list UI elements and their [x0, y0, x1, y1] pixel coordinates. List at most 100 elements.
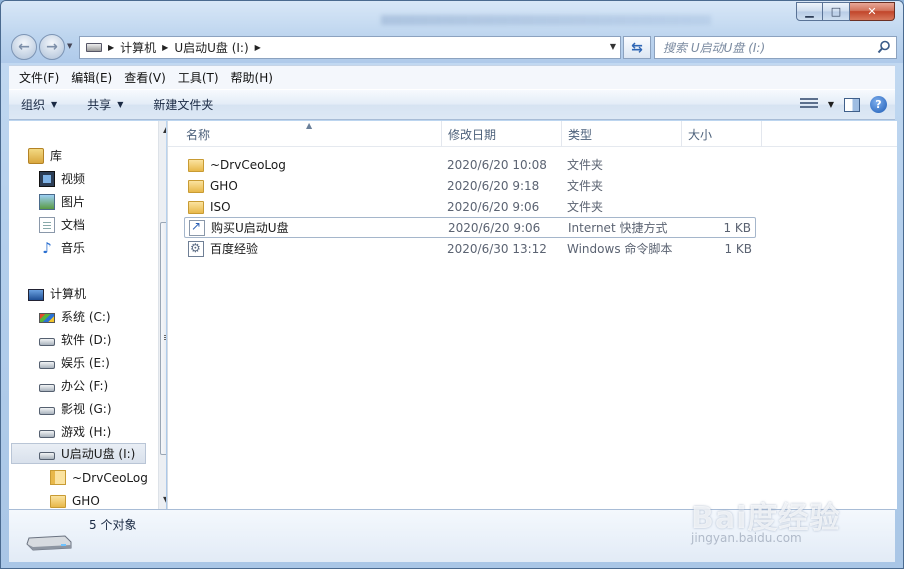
breadcrumb-chevron-icon[interactable]: ▶ — [162, 43, 168, 52]
column-label: 类型 — [568, 127, 593, 142]
scrollbar-thumb[interactable] — [160, 222, 166, 455]
scroll-up-icon[interactable]: ▲ — [163, 125, 166, 134]
new-folder-label: 新建文件夹 — [153, 98, 214, 112]
new-folder-button[interactable]: 新建文件夹 — [153, 96, 213, 113]
tree-label: 办公 (F:) — [61, 379, 109, 393]
tree-item-drive-i[interactable]: U启动U盘 (I:) — [11, 443, 146, 464]
column-type[interactable]: 类型 — [562, 121, 682, 147]
menu-file[interactable]: 文件(F) — [15, 69, 67, 86]
tree-label: 视频 — [61, 172, 86, 186]
watermark-url: jingyan.baidu.com — [691, 531, 802, 545]
recent-pages-dropdown[interactable]: ▼ — [67, 42, 72, 50]
breadcrumb-chevron-icon[interactable]: ▶ — [108, 43, 114, 52]
drive-icon — [39, 338, 55, 346]
table-row[interactable]: GHO 2020/6/20 9:18 文件夹 — [184, 175, 756, 196]
preview-pane-icon[interactable] — [844, 97, 860, 112]
file-type: Internet 快捷方式 — [568, 221, 668, 235]
refresh-icon: ⇆ — [631, 39, 643, 56]
usb-drive-icon — [26, 535, 72, 551]
file-date: 2020/6/20 9:18 — [447, 178, 540, 193]
search-icon[interactable] — [877, 40, 891, 54]
file-type: Windows 命令脚本 — [567, 242, 673, 256]
tree-label: 系统 (C:) — [61, 310, 111, 324]
internet-shortcut-icon — [189, 219, 205, 236]
explorer-window: ▁ □ ✕ ← → ▼ ▶ 计算机 ▶ U启动U盘 (I:) ▶ ▼ ⇆ 搜索 … — [0, 0, 904, 569]
menu-view[interactable]: 查看(V) — [120, 69, 174, 86]
command-bar: 组织 ▼ 共享 ▼ 新建文件夹 ▼ ? — [9, 89, 895, 120]
help-icon[interactable]: ? — [870, 96, 887, 113]
search-input[interactable]: 搜索 U启动U盘 (I:) — [654, 36, 897, 59]
tree-item-drive-g[interactable]: 影视 (G:) — [39, 398, 112, 419]
file-date: 2020/6/20 9:06 — [447, 199, 540, 214]
column-size[interactable]: 大小 — [682, 121, 762, 147]
tree-item-pictures[interactable]: 图片 — [39, 191, 85, 212]
forward-button[interactable]: → — [39, 34, 65, 60]
share-label: 共享 — [87, 98, 112, 112]
maximize-button[interactable]: □ — [823, 2, 850, 21]
tree-label: 娱乐 (E:) — [61, 356, 110, 370]
column-header-row: 名称 ▲ 修改日期 类型 大小 — [168, 121, 897, 147]
navigation-pane: 库 视频 图片 文档 ♪ 音乐 计算机 系统 (C:) 软件 (D:) 娱乐 (… — [9, 121, 166, 509]
folder-icon — [50, 470, 66, 485]
chevron-down-icon: ▼ — [51, 100, 58, 109]
menu-edit[interactable]: 编辑(E) — [67, 69, 120, 86]
file-type: 文件夹 — [567, 158, 604, 172]
folder-icon — [188, 159, 204, 172]
file-name: ~DrvCeoLog — [210, 157, 286, 172]
tree-item-gho[interactable]: GHO — [50, 490, 100, 509]
minimize-button[interactable]: ▁ — [796, 2, 823, 21]
breadcrumb-computer[interactable]: 计算机 — [120, 39, 156, 56]
tree-item-drive-e[interactable]: 娱乐 (E:) — [39, 352, 110, 373]
tree-item-videos[interactable]: 视频 — [39, 168, 85, 189]
organize-button[interactable]: 组织 ▼ — [21, 96, 57, 113]
address-dropdown-icon[interactable]: ▼ — [610, 42, 616, 51]
menu-tools[interactable]: 工具(T) — [174, 69, 227, 86]
file-type: 文件夹 — [567, 200, 604, 214]
tree-item-drvceolog[interactable]: ~DrvCeoLog — [50, 467, 148, 488]
scroll-down-icon[interactable]: ▼ — [163, 495, 166, 504]
tree-label: ~DrvCeoLog — [72, 470, 148, 485]
view-options-icon[interactable] — [799, 97, 818, 112]
drive-icon — [86, 43, 102, 52]
tree-item-drive-h[interactable]: 游戏 (H:) — [39, 421, 111, 442]
file-date: 2020/6/20 9:06 — [448, 220, 541, 235]
folder-icon — [50, 495, 66, 508]
breadcrumb-chevron-icon[interactable]: ▶ — [255, 43, 261, 52]
tree-item-drive-f[interactable]: 办公 (F:) — [39, 375, 108, 396]
folder-icon — [188, 201, 204, 214]
address-bar[interactable]: ▶ 计算机 ▶ U启动U盘 (I:) ▶ ▼ — [79, 36, 621, 59]
breadcrumb-drive[interactable]: U启动U盘 (I:) — [174, 39, 248, 56]
organize-label: 组织 — [21, 98, 46, 112]
column-date[interactable]: 修改日期 — [442, 121, 562, 147]
close-button[interactable]: ✕ — [850, 2, 895, 21]
drive-icon — [39, 407, 55, 415]
table-row[interactable]: ~DrvCeoLog 2020/6/20 10:08 文件夹 — [184, 154, 756, 175]
back-button[interactable]: ← — [11, 34, 37, 60]
library-icon — [28, 147, 44, 164]
table-row[interactable]: 百度经验 2020/6/30 13:12 Windows 命令脚本 1 KB — [184, 238, 756, 259]
share-button[interactable]: 共享 ▼ — [87, 96, 123, 113]
tree-item-libraries[interactable]: 库 — [28, 145, 62, 166]
tree-label: 软件 (D:) — [61, 333, 112, 347]
title-blur — [381, 15, 711, 25]
tree-label: GHO — [72, 493, 100, 508]
menu-help[interactable]: 帮助(H) — [227, 69, 281, 86]
tree-item-drive-d[interactable]: 软件 (D:) — [39, 329, 111, 350]
video-icon — [39, 170, 55, 187]
tree-item-documents[interactable]: 文档 — [39, 214, 85, 235]
tree-item-drive-c[interactable]: 系统 (C:) — [39, 306, 111, 327]
file-size: 1 KB — [724, 241, 752, 256]
navigation-scrollbar[interactable]: ▲ ▼ — [158, 121, 166, 509]
command-bar-right: ▼ ? — [799, 96, 887, 113]
tree-item-music[interactable]: ♪ 音乐 — [39, 237, 85, 258]
caption-buttons: ▁ □ ✕ — [796, 2, 895, 21]
refresh-button[interactable]: ⇆ — [623, 36, 651, 59]
document-icon — [39, 216, 55, 233]
baidu-watermark: Bai度经验 jingyan.baidu.com — [691, 493, 891, 553]
drive-icon — [39, 361, 55, 369]
table-row[interactable]: ISO 2020/6/20 9:06 文件夹 — [184, 196, 756, 217]
tree-label: 影视 (G:) — [61, 402, 112, 416]
table-row[interactable]: 购买U启动U盘 2020/6/20 9:06 Internet 快捷方式 1 K… — [184, 217, 756, 238]
view-dropdown-icon[interactable]: ▼ — [828, 100, 834, 109]
tree-item-computer[interactable]: 计算机 — [28, 283, 86, 304]
